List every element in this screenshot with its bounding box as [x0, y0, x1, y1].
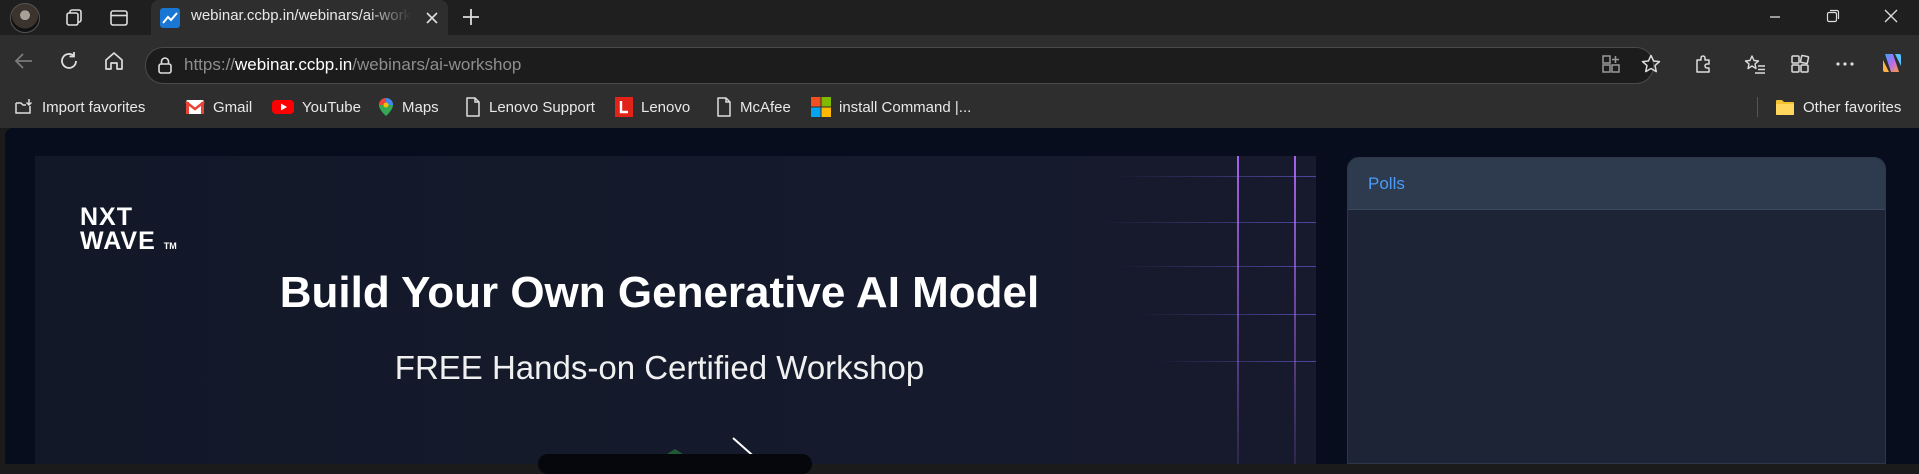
favorites-icon[interactable] — [1742, 51, 1768, 77]
presenter-video-strip[interactable] — [538, 454, 812, 474]
favorite-label: install Command |... — [839, 98, 972, 116]
other-favorites[interactable]: Other favorites — [1775, 96, 1901, 118]
favorite-maps[interactable]: Maps — [378, 96, 439, 118]
nxtwave-logo: NXT WAVE TM — [80, 205, 177, 258]
favorite-youtube[interactable]: YouTube — [272, 96, 361, 118]
lenovo-icon — [615, 97, 633, 117]
favorite-label: Other favorites — [1803, 98, 1902, 116]
favorites-divider — [1757, 97, 1758, 117]
restore-icon[interactable] — [1823, 6, 1843, 31]
folder-icon — [1775, 98, 1795, 116]
favorite-import[interactable]: Import favorites — [14, 96, 145, 118]
favorite-install-command[interactable]: install Command |... — [811, 96, 971, 118]
page-icon — [465, 97, 481, 117]
favorite-label: Lenovo — [641, 98, 691, 116]
favorite-star-icon[interactable] — [1638, 51, 1664, 77]
close-tab-icon[interactable] — [420, 6, 444, 30]
app-available-icon[interactable] — [1598, 51, 1624, 77]
url-protocol: https:// — [184, 55, 236, 74]
banner-subheadline: FREE Hands-on Certified Workshop — [394, 349, 925, 386]
logo-line-2: WAVE — [80, 227, 156, 255]
back-icon[interactable] — [11, 48, 37, 74]
favorite-label: Import favorites — [42, 98, 146, 116]
favorite-lenovo-support[interactable]: Lenovo Support — [465, 96, 595, 118]
polls-panel: Polls — [1347, 157, 1886, 464]
gmail-icon — [185, 99, 205, 115]
minimize-icon[interactable] — [1765, 6, 1785, 31]
favorite-label: Lenovo Support — [489, 98, 595, 116]
tab-title: webinar.ccbp.in/webinars/ai-workshop — [191, 7, 411, 24]
favorite-label: McAfee — [740, 98, 791, 116]
workspaces-icon[interactable] — [62, 6, 86, 30]
logo-line-1: NXT — [80, 203, 133, 231]
microsoft-icon — [811, 97, 831, 117]
url-host: webinar.ccbp.in — [235, 55, 353, 74]
lock-icon[interactable] — [152, 52, 178, 78]
more-menu-icon[interactable] — [1832, 51, 1858, 77]
maps-icon — [378, 97, 394, 117]
polls-title: Polls — [1368, 173, 1405, 193]
favorite-label: Maps — [402, 98, 439, 116]
page-icon — [716, 97, 732, 117]
close-window-icon[interactable] — [1881, 6, 1901, 31]
logo-trademark: TM — [163, 241, 177, 251]
extensions-icon[interactable] — [1690, 51, 1716, 77]
collections-icon[interactable] — [1787, 51, 1813, 77]
banner-headline: Build Your Own Generative AI Model — [279, 268, 1040, 317]
youtube-icon — [272, 99, 294, 115]
refresh-icon[interactable] — [56, 48, 82, 74]
vertical-tabs-icon[interactable] — [107, 6, 131, 30]
favorite-label: YouTube — [302, 98, 361, 116]
favorite-mcafee[interactable]: McAfee — [716, 96, 791, 118]
url-text[interactable]: https://webinar.ccbp.in/webinars/ai-work… — [184, 55, 521, 75]
favorite-gmail[interactable]: Gmail — [185, 96, 252, 118]
home-icon[interactable] — [101, 48, 127, 74]
polls-header[interactable]: Polls — [1348, 158, 1885, 210]
import-icon — [14, 97, 34, 117]
favorite-lenovo[interactable]: Lenovo — [615, 96, 690, 118]
copilot-icon[interactable] — [1879, 50, 1905, 76]
site-favicon — [160, 8, 180, 28]
new-tab-icon[interactable] — [459, 5, 483, 29]
url-path: /webinars/ai-workshop — [352, 55, 522, 74]
profile-avatar[interactable] — [10, 3, 40, 33]
favorite-label: Gmail — [213, 98, 253, 116]
